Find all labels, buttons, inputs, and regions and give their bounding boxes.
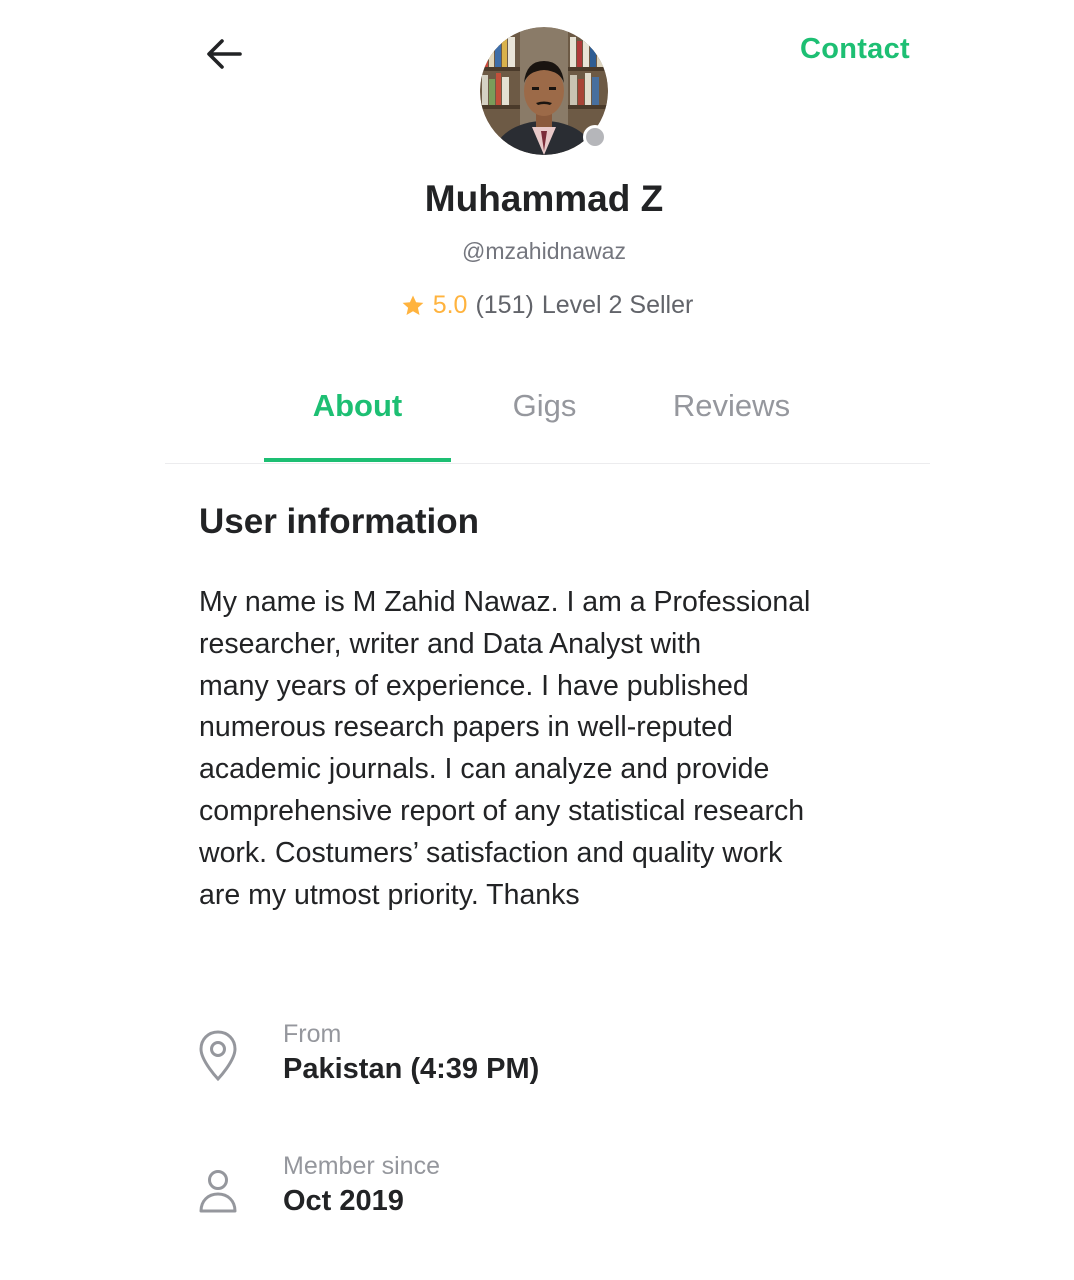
bio-line: are my utmost priority. Thanks: [199, 878, 580, 911]
contact-button[interactable]: Contact: [800, 33, 910, 66]
bio-line: many years of experience. I have publish…: [199, 669, 749, 702]
info-member-since: Member since Oct 2019: [196, 1152, 796, 1232]
back-button[interactable]: [200, 30, 248, 78]
bio-line: comprehensive report of any statistical …: [199, 794, 805, 827]
tab-about[interactable]: About: [264, 388, 451, 460]
bio-line: numerous research papers in well-reputed: [199, 711, 733, 744]
from-label: From: [283, 1020, 342, 1048]
location-pin-icon: [199, 1030, 237, 1082]
info-from: From Pakistan (4:39 PM): [196, 1020, 796, 1100]
arrow-left-icon: [207, 39, 242, 69]
user-icon: [199, 1170, 237, 1213]
seller-rating: 5.0 (151) Level 2 Seller: [0, 291, 1074, 320]
rating-value: 5.0: [432, 291, 468, 319]
tab-reviews[interactable]: Reviews: [638, 388, 825, 460]
review-count: (151): [475, 291, 534, 319]
avatar: [480, 27, 608, 155]
tab-gigs[interactable]: Gigs: [451, 388, 638, 460]
profile-tabs: About Gigs Reviews: [264, 388, 824, 464]
from-value: Pakistan (4:39 PM): [283, 1053, 540, 1085]
member-since-value: Oct 2019: [283, 1185, 404, 1217]
display-name: Muhammad Z: [424, 178, 664, 219]
bio-line: academic journals. I can analyze and pro…: [199, 753, 770, 786]
tabs-divider: [165, 463, 930, 464]
username: @mzahidnawaz: [462, 238, 626, 264]
section-title: User information: [199, 502, 480, 541]
star-icon: [402, 295, 424, 315]
active-tab-indicator: [264, 458, 451, 462]
bio-text: My name is M Zahid Nawaz. I am a Profess…: [199, 582, 899, 916]
seller-level: Level 2 Seller: [541, 291, 694, 319]
online-status-dot: [583, 125, 607, 149]
bio-line: work. Costumers’ satisfaction and qualit…: [199, 836, 783, 869]
bio-line: My name is M Zahid Nawaz. I am a Profess…: [199, 586, 811, 618]
member-since-label: Member since: [283, 1152, 440, 1180]
bio-line: researcher, writer and Data Analyst with: [199, 627, 702, 660]
